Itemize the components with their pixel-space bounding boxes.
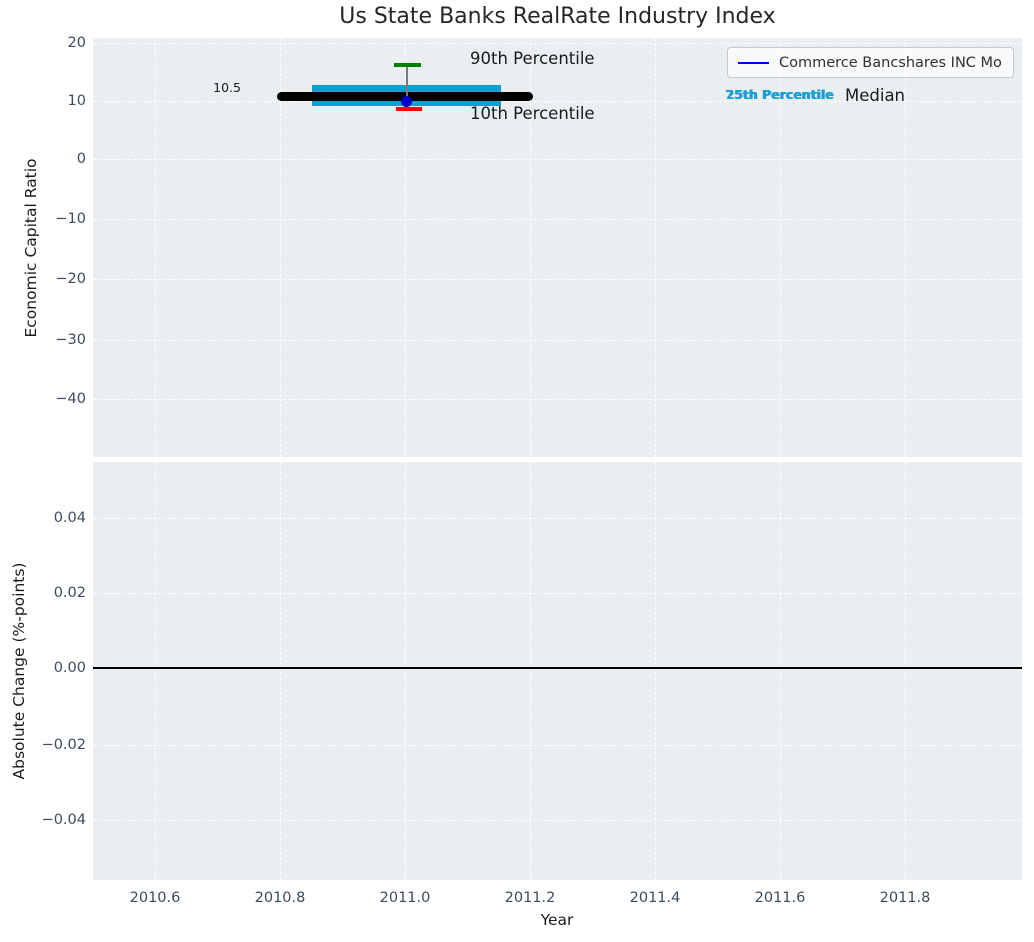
bottom-y-axis-title: Absolute Change (%-points) bbox=[10, 562, 28, 780]
gridline-horizontal bbox=[93, 219, 1022, 220]
y-tick-label: 0 bbox=[76, 151, 86, 167]
zero-reference-line bbox=[93, 667, 1022, 669]
x-axis-title: Year bbox=[540, 911, 574, 929]
chart-title: Us State Banks RealRate Industry Index bbox=[339, 4, 776, 29]
company-data-point bbox=[401, 96, 412, 107]
median-value-label: 10.5 bbox=[213, 80, 241, 95]
y-tick-label: −30 bbox=[55, 332, 86, 348]
gridline-vertical bbox=[155, 462, 156, 880]
x-tick-label: 2011.8 bbox=[879, 890, 931, 906]
x-tick-label: 2011.6 bbox=[754, 890, 806, 906]
gridline-horizontal bbox=[93, 745, 1022, 746]
gridline-horizontal bbox=[93, 340, 1022, 341]
p25-percentile-label: 25th Percentile bbox=[726, 87, 835, 102]
y-tick-label: 10 bbox=[67, 93, 86, 109]
gridline-horizontal bbox=[93, 820, 1022, 821]
p90-percentile-label: 90th Percentile bbox=[470, 49, 595, 68]
gridline-horizontal bbox=[93, 593, 1022, 594]
bottom-plot-area bbox=[93, 462, 1022, 880]
gridline-horizontal bbox=[93, 279, 1022, 280]
median-label: Median bbox=[845, 86, 906, 105]
y-tick-label: −40 bbox=[55, 391, 86, 407]
p10-percentile-label: 10th Percentile bbox=[470, 104, 595, 123]
gridline-vertical bbox=[905, 462, 906, 880]
top-y-axis-title: Economic Capital Ratio bbox=[22, 158, 40, 338]
legend-line-sample bbox=[738, 61, 769, 64]
x-tick-label: 2011.0 bbox=[379, 890, 431, 906]
p90-whisker-cap bbox=[394, 63, 421, 67]
y-tick-label: 0.04 bbox=[53, 510, 86, 526]
x-tick-label: 2011.4 bbox=[629, 890, 681, 906]
p10-whisker-cap bbox=[396, 107, 422, 111]
y-tick-label: −10 bbox=[55, 211, 86, 227]
gridline-horizontal bbox=[93, 43, 1022, 44]
gridline-vertical bbox=[780, 462, 781, 880]
x-tick-label: 2010.8 bbox=[254, 890, 306, 906]
legend: Commerce Bancshares INC Mo bbox=[727, 47, 1014, 78]
y-tick-label: −20 bbox=[55, 271, 86, 287]
top-plot-area: 10.5 90th Percentile 10th Percentile 75t… bbox=[93, 38, 1022, 457]
gridline-vertical bbox=[280, 462, 281, 880]
gridline-horizontal bbox=[93, 518, 1022, 519]
gridline-horizontal bbox=[93, 399, 1022, 400]
y-tick-label: −0.04 bbox=[41, 812, 86, 828]
figure: Us State Banks RealRate Industry Index 1… bbox=[0, 0, 1034, 942]
gridline-vertical bbox=[405, 462, 406, 880]
x-tick-label: 2011.2 bbox=[504, 890, 556, 906]
x-tick-label: 2010.6 bbox=[129, 890, 181, 906]
legend-label: Commerce Bancshares INC Mo bbox=[779, 54, 1002, 71]
gridline-horizontal bbox=[93, 159, 1022, 160]
gridline-vertical bbox=[530, 462, 531, 880]
y-tick-label: 20 bbox=[67, 35, 86, 51]
gridline-vertical bbox=[655, 462, 656, 880]
